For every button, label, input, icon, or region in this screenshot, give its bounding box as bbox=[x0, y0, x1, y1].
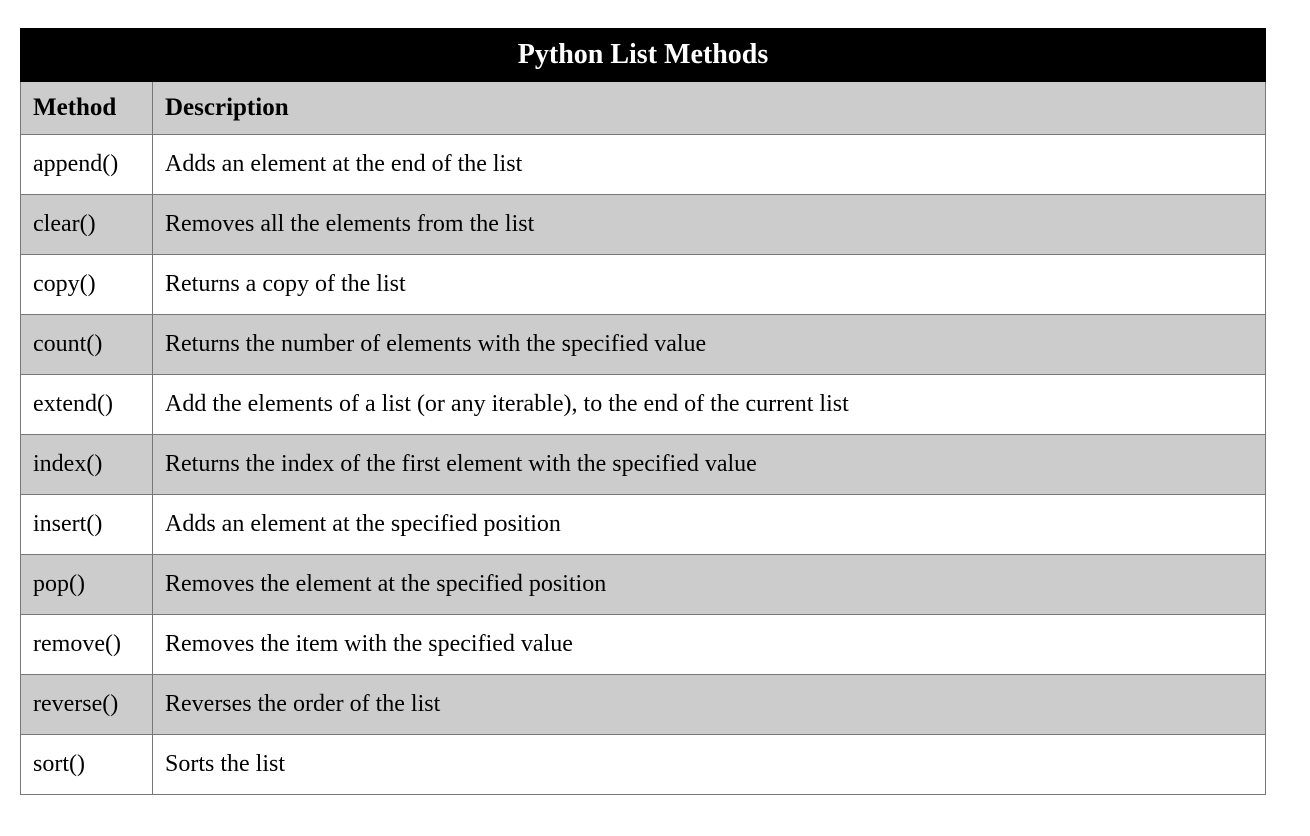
table-row: reverse() Reverses the order of the list bbox=[21, 675, 1266, 735]
title-row: Python List Methods bbox=[21, 29, 1266, 82]
method-cell: extend() bbox=[21, 375, 153, 435]
description-cell: Add the elements of a list (or any itera… bbox=[153, 375, 1266, 435]
description-cell: Returns a copy of the list bbox=[153, 255, 1266, 315]
description-cell: Returns the number of elements with the … bbox=[153, 315, 1266, 375]
description-cell: Removes all the elements from the list bbox=[153, 195, 1266, 255]
table-title: Python List Methods bbox=[21, 29, 1266, 82]
table-row: copy() Returns a copy of the list bbox=[21, 255, 1266, 315]
method-cell: append() bbox=[21, 135, 153, 195]
header-method: Method bbox=[21, 82, 153, 135]
methods-table: Python List Methods Method Description a… bbox=[20, 28, 1266, 795]
table-row: sort() Sorts the list bbox=[21, 735, 1266, 795]
method-cell: reverse() bbox=[21, 675, 153, 735]
description-cell: Removes the element at the specified pos… bbox=[153, 555, 1266, 615]
method-cell: copy() bbox=[21, 255, 153, 315]
table-row: index() Returns the index of the first e… bbox=[21, 435, 1266, 495]
table-row: count() Returns the number of elements w… bbox=[21, 315, 1266, 375]
description-cell: Returns the index of the first element w… bbox=[153, 435, 1266, 495]
method-cell: index() bbox=[21, 435, 153, 495]
table-row: extend() Add the elements of a list (or … bbox=[21, 375, 1266, 435]
description-cell: Reverses the order of the list bbox=[153, 675, 1266, 735]
header-row: Method Description bbox=[21, 82, 1266, 135]
method-cell: pop() bbox=[21, 555, 153, 615]
table-row: clear() Removes all the elements from th… bbox=[21, 195, 1266, 255]
method-cell: sort() bbox=[21, 735, 153, 795]
description-cell: Removes the item with the specified valu… bbox=[153, 615, 1266, 675]
table-row: remove() Removes the item with the speci… bbox=[21, 615, 1266, 675]
description-cell: Adds an element at the specified positio… bbox=[153, 495, 1266, 555]
description-cell: Adds an element at the end of the list bbox=[153, 135, 1266, 195]
method-cell: clear() bbox=[21, 195, 153, 255]
table-row: pop() Removes the element at the specifi… bbox=[21, 555, 1266, 615]
method-cell: count() bbox=[21, 315, 153, 375]
method-cell: remove() bbox=[21, 615, 153, 675]
header-description: Description bbox=[153, 82, 1266, 135]
method-cell: insert() bbox=[21, 495, 153, 555]
table-row: append() Adds an element at the end of t… bbox=[21, 135, 1266, 195]
table-row: insert() Adds an element at the specifie… bbox=[21, 495, 1266, 555]
description-cell: Sorts the list bbox=[153, 735, 1266, 795]
